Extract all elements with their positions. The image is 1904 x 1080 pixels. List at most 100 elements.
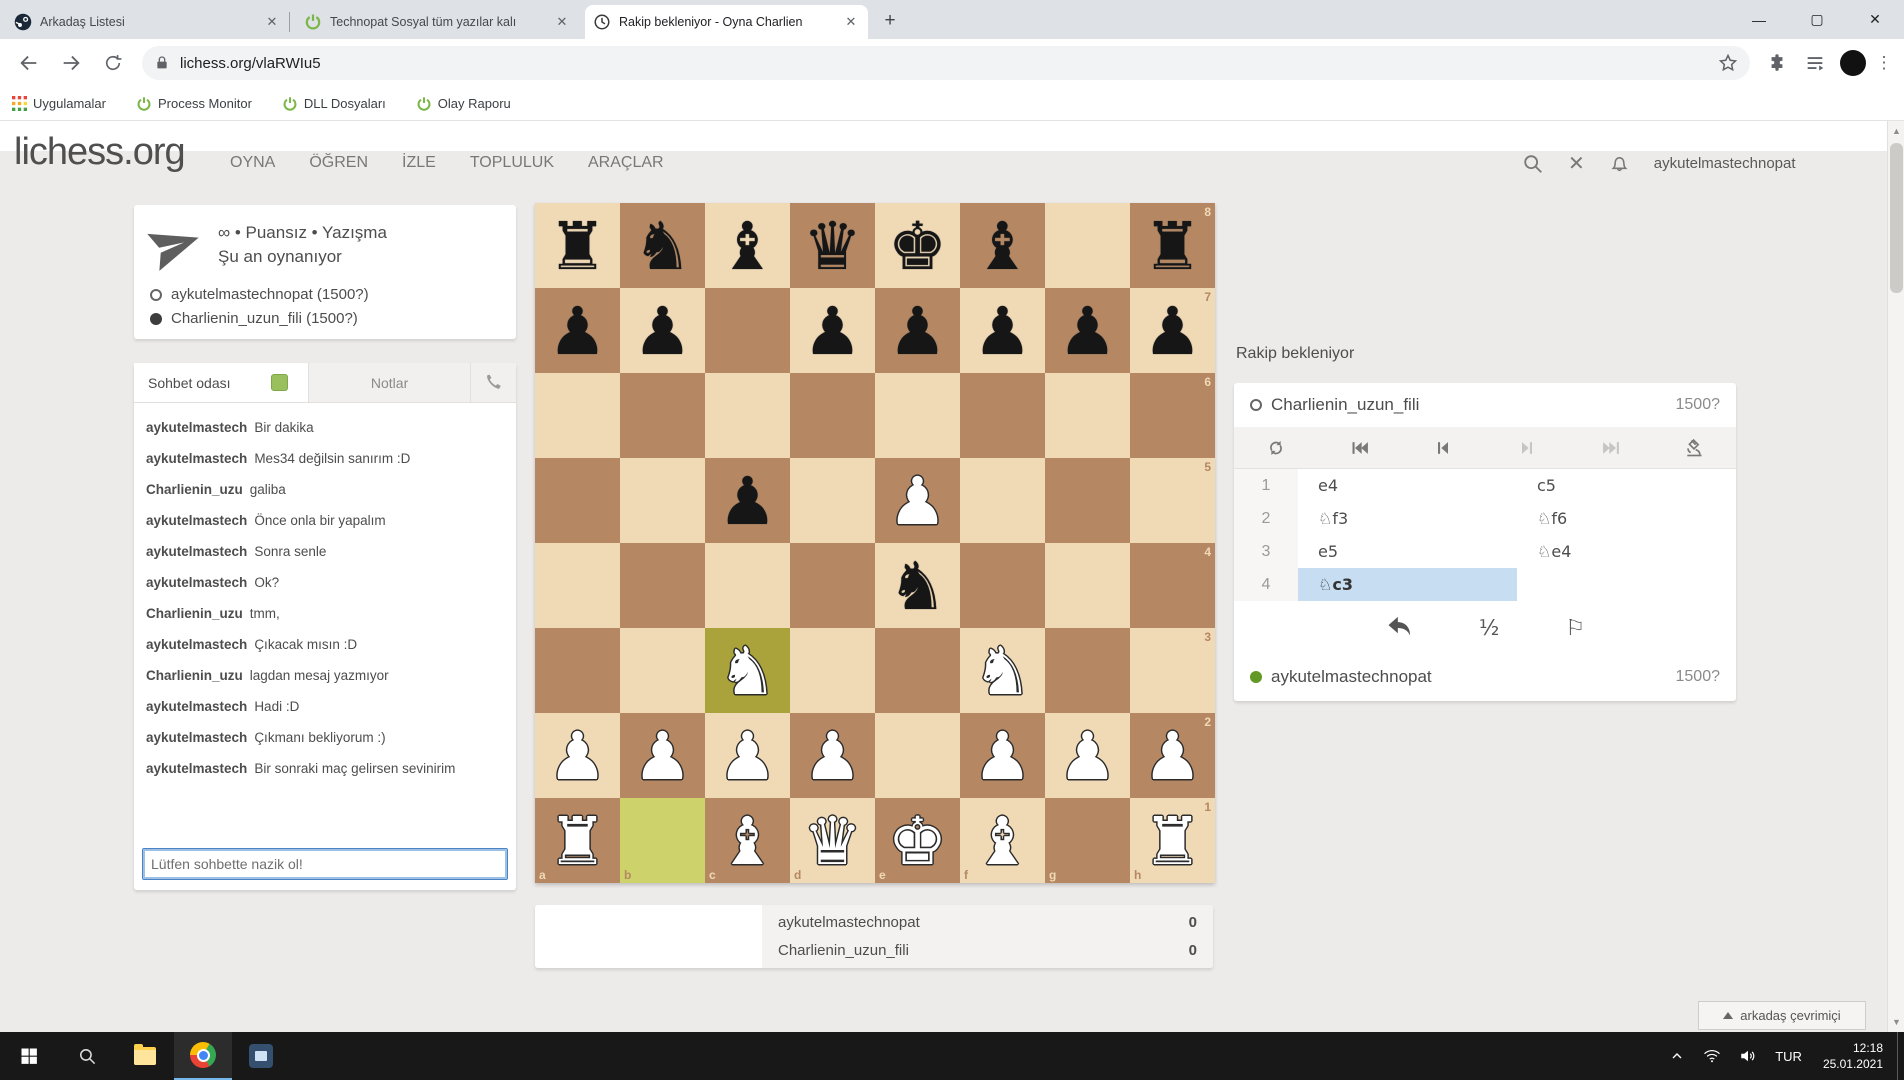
board-square-e7[interactable]: ♟ [875,288,960,373]
taskbar-search-icon[interactable] [58,1032,116,1080]
tab-chat-room[interactable]: Sohbet odası [134,363,309,402]
notifications-bell-icon[interactable] [1609,153,1630,174]
forward-icon[interactable] [54,46,88,80]
analysis-microscope-icon[interactable] [1652,427,1736,468]
opponent-name[interactable]: Charlienin_uzun_fili [1271,395,1676,415]
black-player-link[interactable]: Charlienin_uzun_fili (1500?) [171,307,358,331]
start-button[interactable] [0,1032,58,1080]
chat-input[interactable] [142,848,508,880]
board-square-b2[interactable]: ♟ [620,713,705,798]
tab-lichess-active[interactable]: Rakip bekleniyor - Oyna Charlien ✕ [585,5,868,39]
app-icon[interactable] [232,1032,290,1080]
move-cell[interactable]: ♘e4 [1517,535,1736,568]
chat-username[interactable]: aykutelmastech [146,575,247,590]
page-scrollbar[interactable]: ▲ ▼ [1887,121,1904,1032]
board-square-a2[interactable]: ♟ [535,713,620,798]
board-square-c7[interactable] [705,288,790,373]
chat-username[interactable]: aykutelmastech [146,730,247,745]
new-tab-button[interactable]: + [876,8,904,36]
resign-flag-icon[interactable]: ⚐ [1565,616,1585,641]
board-square-b6[interactable] [620,373,705,458]
board-square-f5[interactable] [960,458,1045,543]
board-square-f1[interactable]: ♝ f [960,798,1045,883]
board-square-a5[interactable] [535,458,620,543]
board-square-g6[interactable] [1045,373,1130,458]
board-square-b7[interactable]: ♟ [620,288,705,373]
taskbar-clock[interactable]: 12:18 25.01.2021 [1813,1040,1893,1072]
board-square-c8[interactable]: ♝ [705,203,790,288]
board-square-c2[interactable]: ♟ [705,713,790,798]
bookmark-olay-raporu[interactable]: Olay Raporu [416,96,511,112]
lichess-logo[interactable]: lichess.org [14,131,186,174]
board-square-a3[interactable] [535,628,620,713]
board-square-h3[interactable]: 3 [1130,628,1215,713]
board-square-d6[interactable] [790,373,875,458]
board-square-g8[interactable] [1045,203,1130,288]
board-square-b8[interactable]: ♞ [620,203,705,288]
board-square-a6[interactable] [535,373,620,458]
volume-icon[interactable] [1732,1032,1764,1080]
board-square-h5[interactable]: 5 [1130,458,1215,543]
tab-steam-friends[interactable]: Arkadaş Listesi ✕ [6,5,289,39]
nav-oyna[interactable]: OYNA [230,154,275,172]
board-square-e3[interactable] [875,628,960,713]
first-move-icon[interactable] [1318,427,1402,468]
scroll-up-icon[interactable]: ▲ [1888,121,1904,141]
move-cell[interactable]: e5 [1298,535,1517,568]
tab-close-icon[interactable]: ✕ [553,13,571,31]
board-square-b1[interactable]: b [620,798,705,883]
reload-icon[interactable] [96,46,130,80]
nav-ogren[interactable]: ÖĞREN [309,154,368,172]
bookmark-dll-dosyalari[interactable]: DLL Dosyaları [282,96,386,112]
bookmark-process-monitor[interactable]: Process Monitor [136,96,252,112]
window-maximize-button[interactable]: ▢ [1788,0,1846,39]
board-square-h6[interactable]: 6 [1130,373,1215,458]
chat-username[interactable]: aykutelmastech [146,699,247,714]
bookmark-star-icon[interactable] [1718,53,1738,73]
chat-username[interactable]: Charlienin_uzu [146,606,243,621]
flip-board-icon[interactable] [1234,427,1318,468]
chat-username[interactable]: aykutelmastech [146,637,247,652]
window-minimize-button[interactable]: — [1730,0,1788,39]
tab-close-icon[interactable]: ✕ [263,13,281,31]
board-square-f2[interactable]: ♟ [960,713,1045,798]
nav-izle[interactable]: İZLE [402,154,436,172]
next-move-icon[interactable] [1485,427,1569,468]
white-player-link[interactable]: aykutelmastechnopat (1500?) [171,283,369,307]
board-square-e4[interactable]: ♞ [875,543,960,628]
chrome-taskbar-icon[interactable] [174,1032,232,1080]
board-square-h4[interactable]: 4 [1130,543,1215,628]
board-square-d4[interactable] [790,543,875,628]
chat-username[interactable]: aykutelmastech [146,761,247,776]
extensions-puzzle-icon[interactable] [1760,46,1794,80]
board-square-e6[interactable] [875,373,960,458]
board-square-d1[interactable]: ♛ d [790,798,875,883]
tab-close-icon[interactable]: ✕ [842,13,860,31]
board-square-g4[interactable] [1045,543,1130,628]
board-square-e2[interactable] [875,713,960,798]
last-move-icon[interactable] [1569,427,1653,468]
tab-technopat[interactable]: Technopat Sosyal tüm yazılar kalı ✕ [296,5,579,39]
chat-username[interactable]: Charlienin_uzu [146,482,243,497]
board-square-c5[interactable]: ♟ [705,458,790,543]
chat-username[interactable]: aykutelmastech [146,513,247,528]
challenges-x-icon[interactable]: ✕ [1568,151,1585,176]
url-bar[interactable]: lichess.org/vlaRWIu5 [142,46,1750,80]
tray-chevron-icon[interactable] [1662,1032,1692,1080]
chat-username[interactable]: Charlienin_uzu [146,668,243,683]
chat-username[interactable]: aykutelmastech [146,544,247,559]
scroll-down-icon[interactable]: ▼ [1888,1012,1904,1032]
back-icon[interactable] [12,46,46,80]
move-cell[interactable]: ♘f3 [1298,502,1517,535]
browser-menu-icon[interactable]: ⋮ [1872,53,1896,73]
tab-notes[interactable]: Notlar [308,363,470,402]
wifi-icon[interactable] [1696,1032,1728,1080]
header-username[interactable]: aykutelmastechnopat [1654,155,1796,172]
window-close-button[interactable]: ✕ [1846,0,1904,39]
move-cell[interactable]: e4 [1298,469,1517,502]
board-square-h8[interactable]: ♜ 8 [1130,203,1215,288]
search-icon[interactable] [1522,153,1544,175]
board-square-f7[interactable]: ♟ [960,288,1045,373]
scrollbar-thumb[interactable] [1890,143,1903,293]
nav-topluluk[interactable]: TOPLULUK [470,154,554,172]
